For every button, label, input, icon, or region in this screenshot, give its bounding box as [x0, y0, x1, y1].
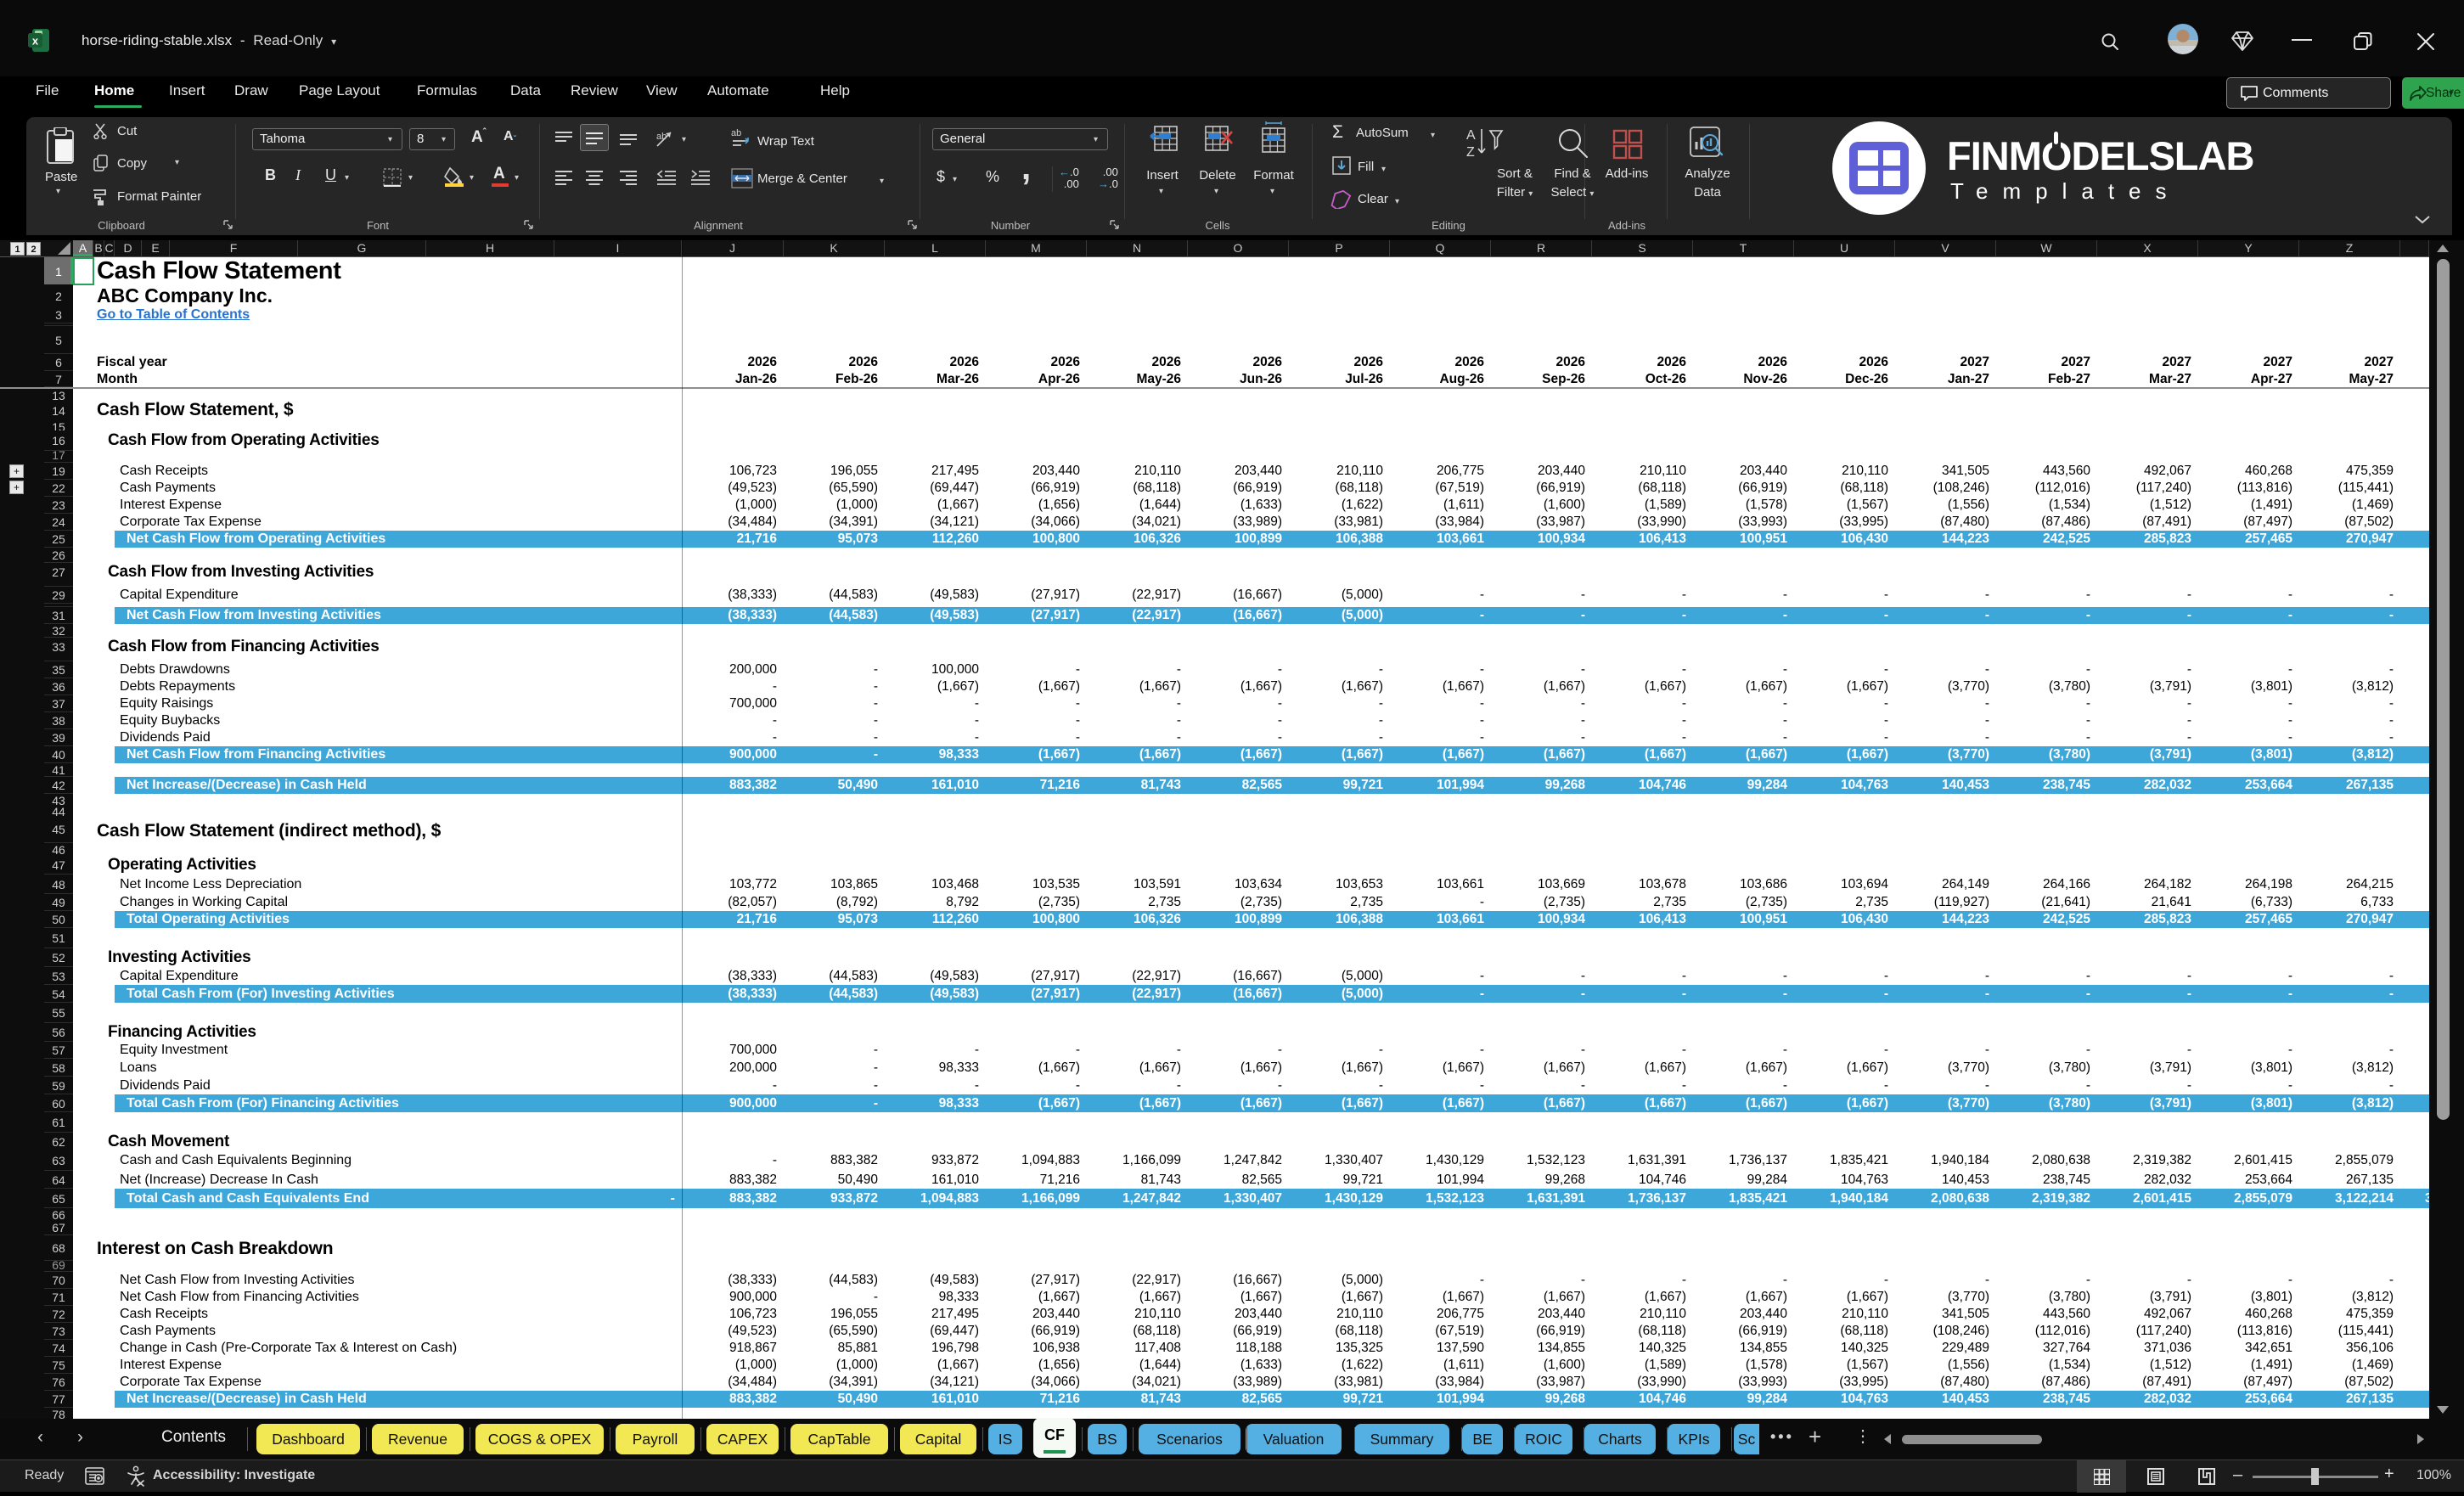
svg-text:x: x: [32, 35, 39, 48]
svg-text:ab: ab: [731, 128, 741, 138]
svg-text:A: A: [1466, 128, 1476, 143]
svg-text:ab: ab: [656, 132, 667, 142]
svg-text:Z: Z: [1466, 145, 1475, 160]
